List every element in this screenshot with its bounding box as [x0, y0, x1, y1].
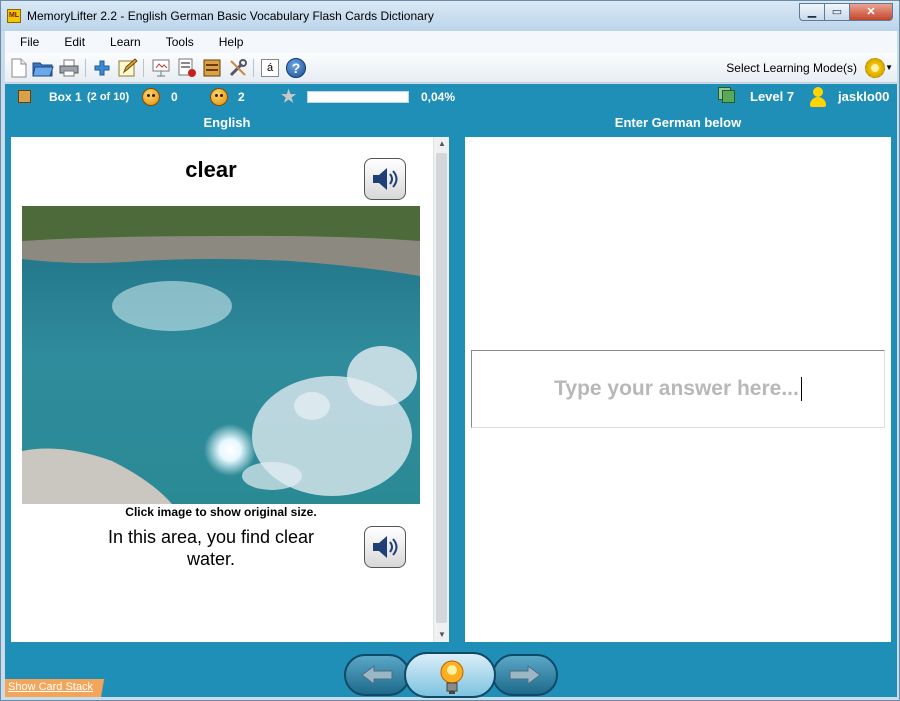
correct-answers-icon: [210, 88, 228, 106]
special-characters-icon[interactable]: á: [259, 57, 281, 79]
window-title: MemoryLifter 2.2 - English German Basic …: [27, 9, 434, 23]
answer-pane-header: Enter German below: [614, 115, 742, 130]
app-window: ML MemoryLifter 2.2 - English German Bas…: [0, 0, 900, 701]
edit-card-icon[interactable]: [117, 57, 139, 79]
arrow-right-icon: [509, 665, 541, 685]
speaker-icon: [373, 168, 398, 190]
level-label: Level 7: [750, 89, 795, 104]
progress-text: 0,04%: [421, 90, 456, 104]
close-button[interactable]: ✕: [849, 3, 893, 21]
menu-file[interactable]: File: [5, 35, 49, 49]
example-sentence: In this area, you find clear water.: [107, 527, 315, 569]
level-icon: [718, 87, 738, 105]
maximize-button[interactable]: ▭: [824, 3, 850, 21]
toolbar-separator: [143, 59, 144, 77]
text-cursor: [800, 377, 802, 401]
scroll-down-icon[interactable]: ▼: [434, 628, 450, 642]
speaker-icon: [373, 536, 398, 558]
box-position: (2 of 10): [87, 91, 130, 103]
help-label: ?: [286, 58, 306, 78]
help-icon[interactable]: ?: [285, 57, 307, 79]
show-card-stack-link[interactable]: Show Card Stack: [8, 681, 93, 693]
main-area: Box 1 (2 of 10) 0 2 ★ 0,04% Level 7 jask…: [5, 84, 897, 698]
box-icon: [18, 90, 31, 103]
show-answer-button[interactable]: [404, 652, 496, 698]
card-image[interactable]: [22, 206, 420, 504]
star-icon: ★: [281, 87, 297, 106]
wrong-answers-icon: [142, 88, 160, 106]
toolbar-separator: [253, 59, 254, 77]
username: jasklo00: [838, 89, 890, 104]
special-characters-label: á: [261, 59, 279, 77]
answer-pane: Type your answer here...: [465, 137, 891, 642]
question-pane-header: English: [203, 115, 251, 130]
user-icon: [810, 87, 826, 107]
show-card-stack[interactable]: Show Card Stack: [5, 679, 125, 697]
print-cards-icon[interactable]: [176, 57, 198, 79]
answer-placeholder: Type your answer here...: [554, 377, 799, 400]
lightbulb-icon: [440, 660, 464, 694]
image-caption: Click image to show original size.: [125, 505, 317, 519]
menu-help[interactable]: Help: [204, 35, 254, 49]
gear-icon[interactable]: [865, 58, 885, 78]
play-word-audio-button[interactable]: [364, 158, 406, 200]
navigation-controls: [344, 652, 558, 698]
navigation-strip: Show Card Stack: [5, 646, 897, 698]
correct-count: 2: [238, 90, 245, 104]
window-controls: ▁ ▭ ✕: [799, 3, 893, 21]
minimize-button[interactable]: ▁: [799, 3, 825, 21]
slideshow-icon[interactable]: [150, 57, 172, 79]
new-document-icon[interactable]: [8, 57, 30, 79]
scroll-thumb[interactable]: [436, 153, 447, 623]
menu-bar: File Edit Learn Tools Help: [5, 31, 897, 53]
toolbar: á ? Select Learning Mode(s) ▼: [5, 53, 897, 83]
next-card-button[interactable]: [492, 654, 558, 696]
question-word: clear: [185, 157, 237, 182]
play-sentence-audio-button[interactable]: [364, 526, 406, 568]
status-bar: Box 1 (2 of 10) 0 2 ★ 0,04% Level 7 jask…: [5, 84, 897, 110]
chevron-down-icon[interactable]: ▼: [885, 63, 893, 72]
menu-tools[interactable]: Tools: [151, 35, 204, 49]
menu-learn[interactable]: Learn: [95, 35, 151, 49]
progress-bar: [307, 91, 409, 103]
settings-tools-icon[interactable]: [227, 57, 249, 79]
box-label: Box 1: [49, 90, 82, 104]
title-bar[interactable]: ML MemoryLifter 2.2 - English German Bas…: [1, 1, 899, 31]
open-folder-icon[interactable]: [32, 57, 54, 79]
question-pane: clear Click image to show original size.…: [11, 137, 449, 642]
toolbar-separator: [85, 59, 86, 77]
vertical-scrollbar[interactable]: ▲ ▼: [433, 137, 449, 642]
learning-mode-label[interactable]: Select Learning Mode(s): [726, 61, 857, 75]
arrow-left-icon: [361, 665, 393, 685]
add-card-icon[interactable]: [91, 57, 113, 79]
wrong-count: 0: [171, 90, 178, 104]
menu-edit[interactable]: Edit: [49, 35, 95, 49]
box-icon[interactable]: [201, 57, 223, 79]
previous-card-button[interactable]: [344, 654, 410, 696]
scroll-up-icon[interactable]: ▲: [434, 137, 450, 151]
app-logo-icon: ML: [7, 9, 21, 23]
print-icon[interactable]: [58, 57, 80, 79]
answer-input[interactable]: Type your answer here...: [471, 350, 885, 428]
